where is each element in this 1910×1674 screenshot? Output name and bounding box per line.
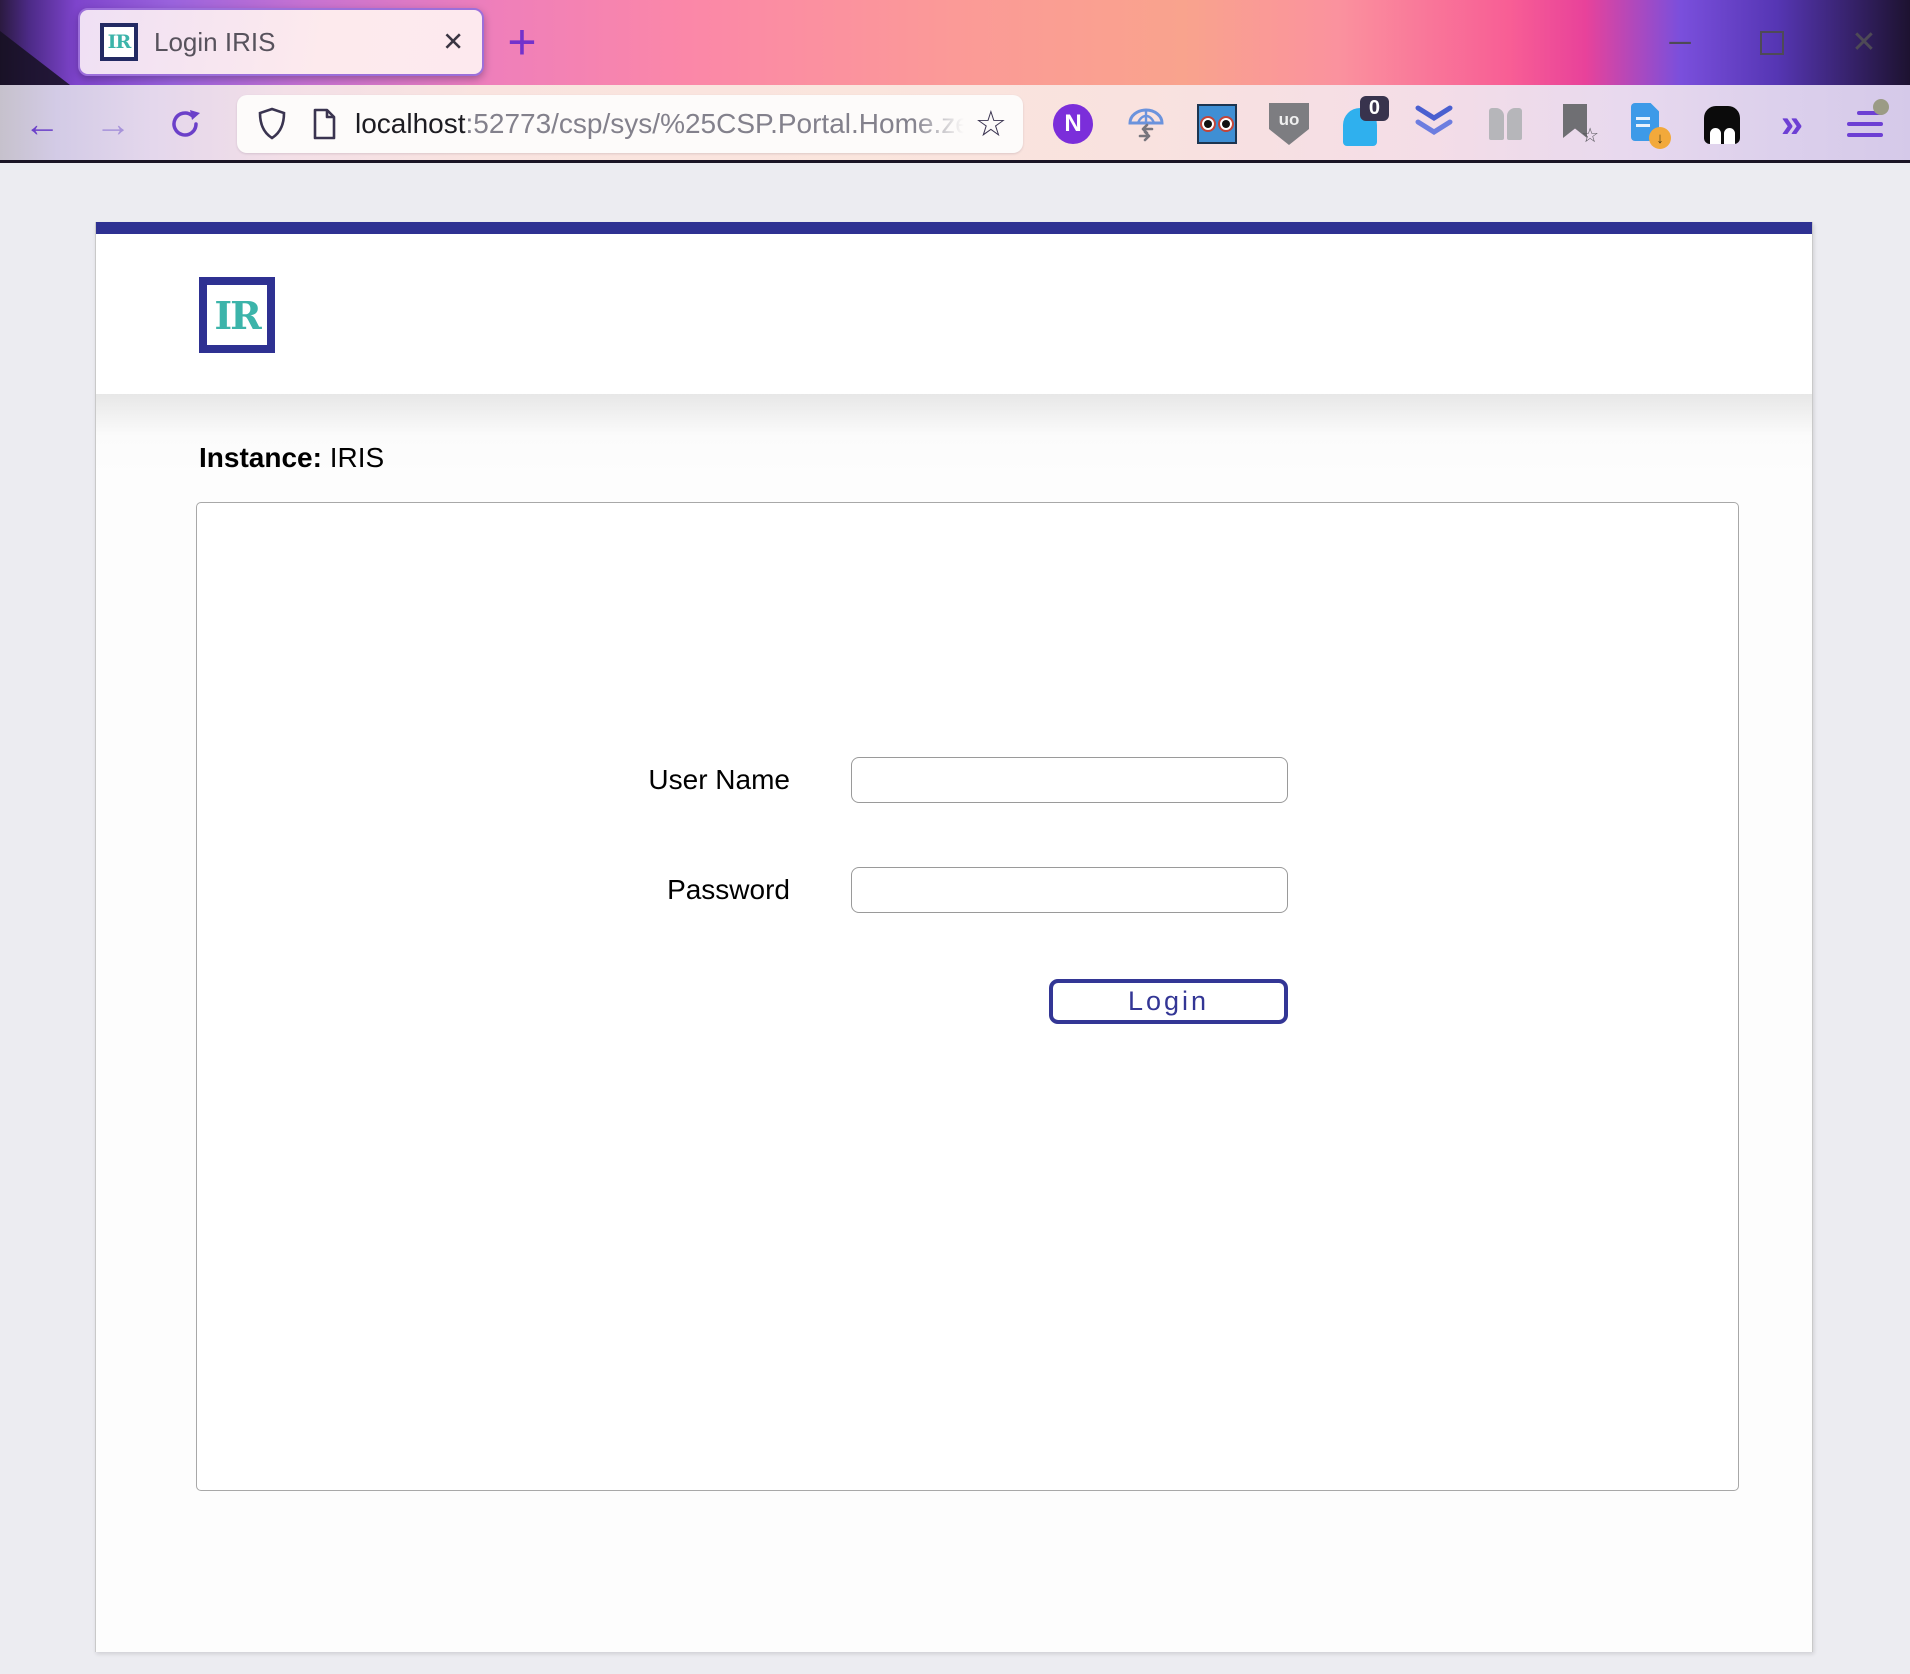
extension-ublock-icon[interactable]: uo xyxy=(1267,102,1311,146)
browser-tab[interactable]: IR Login IRIS ✕ xyxy=(78,8,484,76)
extension-bookmark-manager-icon[interactable]: ☆ xyxy=(1555,102,1599,146)
url-fade xyxy=(913,108,973,140)
url-bar[interactable]: localhost:52773/csp/sys/%25CSP.Portal.Ho… xyxy=(237,95,1023,153)
shield-icon[interactable] xyxy=(255,107,289,141)
extension-n-icon[interactable]: N xyxy=(1051,102,1095,146)
globe-umbrella-icon xyxy=(1125,103,1167,145)
reload-button[interactable] xyxy=(157,85,213,163)
reload-icon xyxy=(168,107,202,141)
extension-reading-list-icon[interactable] xyxy=(1483,102,1527,146)
url-path: :52773/csp/sys/%25CSP.Portal.Home.zen xyxy=(466,108,973,139)
menu-notification-dot xyxy=(1873,99,1889,115)
login-button[interactable]: Login xyxy=(1049,979,1288,1024)
page-header: IR xyxy=(96,234,1812,394)
hamburger-menu-icon xyxy=(1847,109,1887,139)
username-input[interactable] xyxy=(851,757,1288,803)
iris-logo-icon: IR xyxy=(199,277,275,353)
document-download-icon: ↓ xyxy=(1629,103,1665,145)
tab-close-icon[interactable]: ✕ xyxy=(442,27,464,58)
username-label: User Name xyxy=(197,764,790,796)
ghost-icon: 0 xyxy=(1341,102,1385,146)
extension-globe-icon[interactable] xyxy=(1124,102,1168,146)
extension-googly-eyes-icon[interactable] xyxy=(1195,102,1239,146)
window-minimize-button[interactable]: ─ xyxy=(1634,0,1726,85)
tab-title: Login IRIS xyxy=(154,27,275,58)
extension-ghost-icon[interactable]: 0 xyxy=(1341,102,1385,146)
password-row: Password xyxy=(197,867,1738,913)
page-info-icon[interactable] xyxy=(307,107,341,141)
instance-value: IRIS xyxy=(330,442,384,473)
extension-double-chevron-icon[interactable] xyxy=(1412,102,1456,146)
brand-top-bar xyxy=(96,222,1812,234)
open-book-icon xyxy=(1489,108,1522,140)
username-row: User Name xyxy=(197,757,1738,803)
black-cat-icon xyxy=(1702,104,1742,144)
url-host: localhost xyxy=(355,108,466,139)
ublock-shield-icon: uo xyxy=(1269,103,1309,145)
double-chevron-down-icon xyxy=(1413,104,1455,144)
page-body: Instance: IRIS User Name Password Login xyxy=(96,394,1812,1652)
bookmark-flag-icon: ☆ xyxy=(1559,104,1595,144)
maximize-icon xyxy=(1760,31,1784,55)
ghost-badge: 0 xyxy=(1360,96,1389,121)
window-controls: ─ ✕ xyxy=(1634,0,1910,85)
page-viewport: IR Instance: IRIS User Name Password Log… xyxy=(0,163,1910,1671)
bookmark-star-icon[interactable]: ☆ xyxy=(975,106,1007,142)
window-close-button[interactable]: ✕ xyxy=(1818,0,1910,85)
password-label: Password xyxy=(197,874,790,906)
new-tab-button[interactable]: + xyxy=(492,2,552,82)
login-form-box: User Name Password Login xyxy=(196,502,1739,1491)
app-menu-button[interactable] xyxy=(1845,102,1889,146)
window-maximize-button[interactable] xyxy=(1726,0,1818,85)
password-input[interactable] xyxy=(851,867,1288,913)
url-text[interactable]: localhost:52773/csp/sys/%25CSP.Portal.Ho… xyxy=(355,108,973,140)
googly-eyes-icon xyxy=(1197,104,1237,144)
login-page-card: IR Instance: IRIS User Name Password Log… xyxy=(95,222,1813,1652)
n-badge-icon: N xyxy=(1053,104,1093,144)
toolbar-overflow-button[interactable]: » xyxy=(1770,102,1814,146)
back-button[interactable]: ← xyxy=(14,85,70,163)
browser-titlebar: IR Login IRIS ✕ + ─ ✕ xyxy=(0,0,1910,85)
instance-label: Instance: xyxy=(199,442,322,473)
extension-save-page-icon[interactable]: ↓ xyxy=(1625,102,1669,146)
extension-black-cat-icon[interactable] xyxy=(1700,102,1744,146)
forward-button[interactable]: → xyxy=(85,85,141,163)
tab-favicon-icon: IR xyxy=(100,23,138,61)
browser-navbar: ← → localhost:52773/csp/sys/%25CSP.Porta… xyxy=(0,85,1910,163)
instance-line: Instance: IRIS xyxy=(96,394,1812,474)
double-chevron-right-icon: » xyxy=(1781,102,1803,147)
